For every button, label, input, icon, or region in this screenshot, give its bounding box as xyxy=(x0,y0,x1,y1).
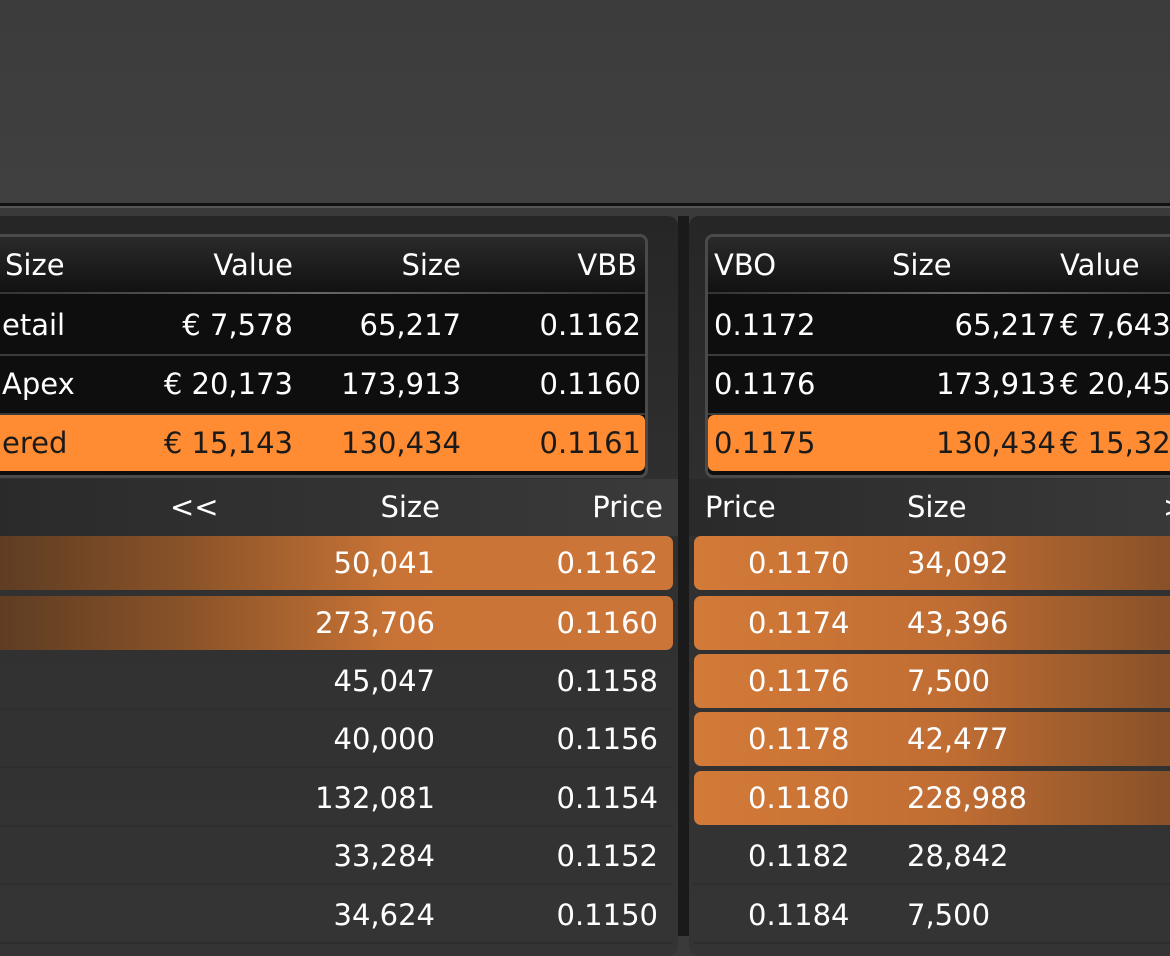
offer-order-size: 43,396 xyxy=(907,606,1009,640)
offer-summary-size: 65,217 xyxy=(954,308,1056,342)
bid-summary-size: 65,217 xyxy=(359,308,461,342)
offer-order-row[interactable]: 0.1174 43,396 xyxy=(694,596,1170,650)
bid-summary-name: etail xyxy=(2,308,66,342)
offer-summary-header-value[interactable]: Value xyxy=(1060,237,1140,294)
bid-order-row[interactable]: 132,081 0.1154 xyxy=(0,771,673,827)
bid-order-row[interactable]: 273,706 0.1160 xyxy=(0,596,673,650)
offer-order-row[interactable]: 0.1176 7,500 xyxy=(694,654,1170,708)
bid-summary-name: ered xyxy=(2,426,68,460)
bid-summary-name: Apex xyxy=(2,367,75,401)
offer-order-size: 34,092 xyxy=(907,546,1009,580)
bid-summary-row[interactable]: etail € 7,578 65,217 0.1162 xyxy=(0,297,645,356)
offer-order-price: 0.1174 xyxy=(748,606,850,640)
offer-order-price: 0.1170 xyxy=(748,546,850,580)
offer-order-row[interactable]: 0.1182 28,842 xyxy=(694,829,1170,885)
bid-order-row[interactable]: 50,041 0.1162 xyxy=(0,536,673,590)
bid-order-size: 40,000 xyxy=(333,722,435,756)
offer-order-row[interactable]: 0.1184 7,500 xyxy=(694,888,1170,944)
bid-summary-size: 130,434 xyxy=(341,426,461,460)
offer-summary-vbo: 0.1175 xyxy=(714,426,816,460)
bid-order-size: 273,706 xyxy=(315,606,435,640)
offer-order-row[interactable]: 0.1170 34,092 xyxy=(694,536,1170,590)
bid-order-price: 0.1158 xyxy=(556,664,658,698)
bid-order-row[interactable]: 33,284 0.1152 xyxy=(0,829,673,885)
bid-summary-value: € 7,578 xyxy=(182,308,293,342)
bid-order-price: 0.1156 xyxy=(556,722,658,756)
offer-summary-header-size[interactable]: Size xyxy=(892,237,952,294)
bid-summary-value: € 15,143 xyxy=(163,426,293,460)
bid-summary-header-value[interactable]: Value xyxy=(213,237,293,294)
bid-summary-header-size2[interactable]: Size xyxy=(401,237,461,294)
bid-order-row[interactable]: 40,000 0.1156 xyxy=(0,712,673,768)
bid-summary-vbb: 0.1160 xyxy=(539,367,641,401)
offer-nav-button[interactable]: >> xyxy=(1163,479,1170,536)
offer-order-price: 0.1176 xyxy=(748,664,850,698)
offer-panel: VBO Size Value 0.1172 65,217 € 7,643 0.1… xyxy=(689,216,1170,956)
offer-summary-size: 130,434 xyxy=(936,426,1056,460)
offer-order-price: 0.1182 xyxy=(748,839,850,873)
bid-summary-table: Size Value Size VBB etail € 7,578 65,217… xyxy=(0,234,648,478)
bid-order-row[interactable]: 34,624 0.1150 xyxy=(0,888,673,944)
bid-book-header: << Size Price xyxy=(0,479,678,536)
offer-summary-vbo: 0.1172 xyxy=(714,308,816,342)
offer-summary-value: € 7,643 xyxy=(1060,308,1170,342)
bid-book-header-size[interactable]: Size xyxy=(380,479,440,536)
bid-order-row[interactable]: 45,047 0.1158 xyxy=(0,654,673,710)
offer-order-row[interactable]: 0.1178 42,477 xyxy=(694,712,1170,766)
offer-book-header: Price Size >> xyxy=(689,479,1170,536)
bid-summary-header: Size Value Size VBB xyxy=(0,237,645,294)
offer-order-row[interactable]: 0.1180 228,988 xyxy=(694,771,1170,825)
offer-summary-size: 173,913 xyxy=(936,367,1056,401)
bid-order-price: 0.1154 xyxy=(556,781,658,815)
bid-order-price: 0.1160 xyxy=(556,606,658,640)
bid-nav-button[interactable]: << xyxy=(170,479,219,536)
bid-summary-vbb: 0.1161 xyxy=(539,426,641,460)
bid-order-size: 132,081 xyxy=(315,781,435,815)
offer-summary-header-vbo[interactable]: VBO xyxy=(714,237,776,294)
offer-order-size: 28,842 xyxy=(907,839,1009,873)
bid-order-price: 0.1162 xyxy=(556,546,658,580)
bid-summary-vbb: 0.1162 xyxy=(539,308,641,342)
panel-divider xyxy=(678,216,689,936)
bid-panel: Size Value Size VBB etail € 7,578 65,217… xyxy=(0,216,678,956)
bid-summary-header-vbb[interactable]: VBB xyxy=(577,237,637,294)
offer-order-price: 0.1184 xyxy=(748,898,850,932)
offer-order-size: 228,988 xyxy=(907,781,1027,815)
offer-summary-table: VBO Size Value 0.1172 65,217 € 7,643 0.1… xyxy=(705,234,1170,478)
bid-book-header-price[interactable]: Price xyxy=(592,479,663,536)
offer-order-size: 7,500 xyxy=(907,898,991,932)
offer-summary-header: VBO Size Value xyxy=(708,237,1170,294)
bid-summary-row-selected[interactable]: ered € 15,143 130,434 0.1161 xyxy=(0,415,645,471)
bid-order-size: 45,047 xyxy=(333,664,435,698)
offer-order-price: 0.1178 xyxy=(748,722,850,756)
offer-summary-value: € 20,452 xyxy=(1060,367,1170,401)
offer-order-size: 42,477 xyxy=(907,722,1009,756)
offer-summary-value: € 15,325 xyxy=(1060,426,1170,460)
bid-order-price: 0.1150 xyxy=(556,898,658,932)
bid-summary-size: 173,913 xyxy=(341,367,461,401)
bid-order-size: 34,624 xyxy=(333,898,435,932)
offer-summary-vbo: 0.1176 xyxy=(714,367,816,401)
bid-summary-row[interactable]: Apex € 20,173 173,913 0.1160 xyxy=(0,356,645,415)
offer-summary-row-selected[interactable]: 0.1175 130,434 € 15,325 xyxy=(708,415,1170,471)
offer-summary-row[interactable]: 0.1176 173,913 € 20,452 xyxy=(708,356,1170,415)
bid-summary-value: € 20,173 xyxy=(163,367,293,401)
bid-summary-header-size[interactable]: Size xyxy=(5,237,65,294)
offer-book-header-price[interactable]: Price xyxy=(705,479,776,536)
bid-order-price: 0.1152 xyxy=(556,839,658,873)
top-toolbar xyxy=(0,0,1170,206)
offer-book-header-size[interactable]: Size xyxy=(907,479,967,536)
offer-order-size: 7,500 xyxy=(907,664,991,698)
offer-order-price: 0.1180 xyxy=(748,781,850,815)
offer-summary-row[interactable]: 0.1172 65,217 € 7,643 xyxy=(708,297,1170,356)
bid-order-size: 33,284 xyxy=(333,839,435,873)
bid-order-size: 50,041 xyxy=(333,546,435,580)
